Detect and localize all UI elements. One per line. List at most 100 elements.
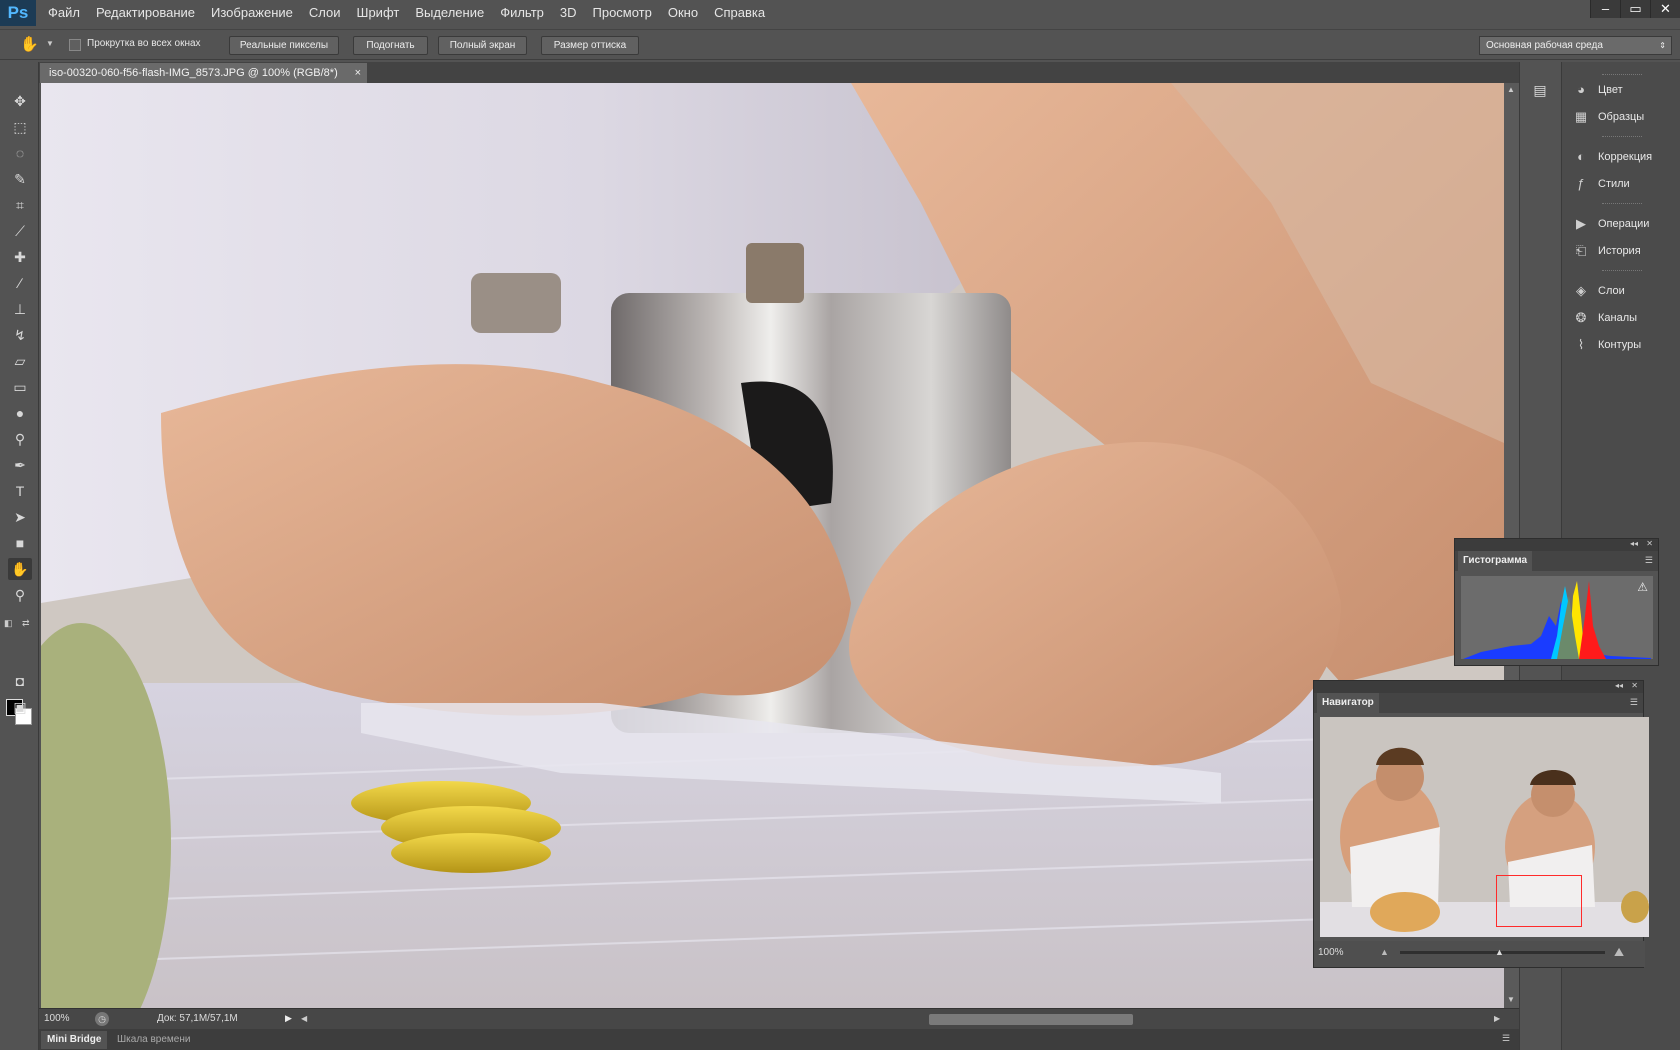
actual-pixels-button[interactable]: Реальные пикселы — [229, 36, 339, 55]
info-icon[interactable]: ◷ — [95, 1012, 109, 1026]
navigator-thumbnail[interactable] — [1320, 717, 1649, 937]
warning-icon[interactable]: ⚠ — [1637, 580, 1648, 594]
dock-divider — [1602, 203, 1642, 204]
zoom-slider-thumb[interactable]: ▲ — [1495, 947, 1504, 957]
status-menu-arrow-icon[interactable]: ▶ — [285, 1013, 292, 1024]
default-colors-icon[interactable]: ◧ — [4, 618, 13, 629]
channels-icon: ❂ — [1575, 310, 1587, 325]
hand-tool-icon[interactable]: ✋ — [8, 558, 32, 580]
scroll-all-label: Прокрутка во всех окнах — [87, 38, 201, 49]
scroll-up-icon[interactable]: ▲ — [1507, 85, 1515, 94]
path-select-tool-icon[interactable]: ➤ — [8, 506, 32, 528]
history-brush-tool-icon[interactable]: ↯ — [8, 324, 32, 346]
scroll-all-checkbox[interactable] — [69, 39, 81, 51]
swatches-icon: ▦ — [1574, 109, 1588, 124]
horizontal-scroll-thumb[interactable] — [929, 1014, 1133, 1025]
navigator-view-box[interactable] — [1496, 875, 1582, 927]
fill-screen-button[interactable]: Полный экран — [438, 36, 527, 55]
panel-menu-icon[interactable]: ☰ — [1502, 1033, 1510, 1044]
lasso-tool-icon[interactable]: ◌ — [8, 142, 32, 164]
document-canvas[interactable] — [41, 83, 1504, 1008]
stamp-tool-icon[interactable]: ⊥ — [8, 298, 32, 320]
tools-panel: ✥ ⬚ ◌ ✎ ⌗ ⟋ ✚ ∕ ⊥ ↯ ▱ ▭ ● ⚲ ✒ T ➤ ■ ✋ ⚲ … — [0, 62, 39, 1050]
menu-layers[interactable]: Слои — [301, 0, 349, 26]
color-icon: ◕ — [1577, 82, 1585, 97]
eraser-tool-icon[interactable]: ▱ — [8, 350, 32, 372]
zoom-tool-icon[interactable]: ⚲ — [8, 584, 32, 606]
healing-brush-tool-icon[interactable]: ✚ — [8, 246, 32, 268]
crop-tool-icon[interactable]: ⌗ — [8, 194, 32, 216]
menu-select[interactable]: Выделение — [407, 0, 492, 26]
properties-panel-icon[interactable]: ▤ — [1530, 82, 1550, 102]
screen-mode-icon[interactable]: ▣ — [8, 696, 32, 718]
minimize-button[interactable]: – — [1590, 0, 1620, 18]
collapse-icon[interactable]: ◂◂ — [1630, 539, 1638, 548]
marquee-tool-icon[interactable]: ⬚ — [8, 116, 32, 138]
zoom-level[interactable]: 100% — [44, 1013, 70, 1024]
dock-item-swatches[interactable]: ▦ Образцы — [1572, 106, 1644, 128]
dock-item-channels[interactable]: ❂ Каналы — [1572, 307, 1638, 329]
restore-button[interactable]: ▭ — [1620, 0, 1650, 18]
histogram-graph: ⚠ — [1461, 576, 1653, 659]
menu-3d[interactable]: 3D — [552, 0, 585, 26]
scroll-right-icon[interactable]: ▶ — [1494, 1014, 1500, 1023]
scroll-down-icon[interactable]: ▼ — [1507, 995, 1515, 1004]
menu-view[interactable]: Просмотр — [585, 0, 660, 26]
tab-histogram[interactable]: Гистограмма — [1458, 551, 1533, 571]
menu-image[interactable]: Изображение — [203, 0, 301, 26]
eyedropper-tool-icon[interactable]: ⟋ — [8, 220, 32, 242]
swap-colors-icon[interactable]: ⇄ — [22, 618, 30, 629]
dock-item-history[interactable]: ⎗ История — [1572, 240, 1641, 262]
quick-mask-icon[interactable]: ◘ — [8, 670, 32, 692]
dock-item-styles[interactable]: ƒ Стили — [1572, 173, 1629, 195]
zoom-out-icon[interactable]: ▲ — [1380, 947, 1389, 957]
tab-timeline[interactable]: Шкала времени — [111, 1031, 196, 1049]
photoshop-logo: Ps — [0, 0, 36, 26]
menu-edit[interactable]: Редактирование — [88, 0, 203, 26]
dock-item-color[interactable]: ◕ Цвет — [1572, 79, 1623, 101]
dodge-tool-icon[interactable]: ⚲ — [8, 428, 32, 450]
pen-tool-icon[interactable]: ✒ — [8, 454, 32, 476]
dock-item-actions[interactable]: ▶ Операции — [1572, 213, 1649, 235]
dock-item-label: Операции — [1598, 218, 1650, 230]
menu-window[interactable]: Окно — [660, 0, 706, 26]
gradient-tool-icon[interactable]: ▭ — [8, 376, 32, 398]
workspace-select[interactable]: Основная рабочая среда ⇕ — [1479, 36, 1672, 55]
dock-item-layers[interactable]: ◈ Слои — [1572, 280, 1625, 302]
panel-menu-icon[interactable]: ☰ — [1645, 555, 1653, 566]
print-size-button[interactable]: Размер оттиска — [541, 36, 639, 55]
menu-type[interactable]: Шрифт — [349, 0, 408, 26]
navigator-zoom[interactable]: 100% — [1318, 947, 1344, 958]
close-icon[interactable]: ✕ — [1631, 681, 1638, 690]
close-tab-icon[interactable]: × — [355, 63, 361, 83]
quick-select-tool-icon[interactable]: ✎ — [8, 168, 32, 190]
menu-filter[interactable]: Фильтр — [492, 0, 552, 26]
status-bar: 100% ◷ Док: 57,1M/57,1M ▶ ◀ ▶ — [39, 1008, 1519, 1029]
move-tool-icon[interactable]: ✥ — [8, 90, 32, 112]
dock-item-adjustments[interactable]: ◐ Коррекция — [1572, 146, 1652, 168]
dock-item-paths[interactable]: ⌇ Контуры — [1572, 334, 1641, 356]
dock-item-label: Слои — [1598, 285, 1625, 297]
hand-tool-preset-icon[interactable]: ✋ — [20, 35, 40, 55]
type-tool-icon[interactable]: T — [8, 480, 32, 502]
photo-image — [41, 83, 1504, 1008]
workspace-label: Основная рабочая среда — [1486, 40, 1603, 51]
brush-tool-icon[interactable]: ∕ — [8, 272, 32, 294]
blur-tool-icon[interactable]: ● — [8, 402, 32, 424]
close-icon[interactable]: ✕ — [1646, 539, 1653, 548]
fit-screen-button[interactable]: Подогнать — [353, 36, 428, 55]
styles-icon: ƒ — [1577, 176, 1585, 191]
close-window-button[interactable]: ✕ — [1650, 0, 1680, 18]
menu-file[interactable]: Файл — [40, 0, 88, 26]
zoom-in-icon[interactable]: ⛰ — [1614, 945, 1624, 960]
tab-mini-bridge[interactable]: Mini Bridge — [41, 1031, 108, 1049]
collapse-icon[interactable]: ◂◂ — [1615, 681, 1623, 690]
scroll-left-icon[interactable]: ◀ — [301, 1014, 307, 1023]
tab-navigator[interactable]: Навигатор — [1317, 693, 1379, 713]
document-tab[interactable]: iso-00320-060-f56-flash-IMG_8573.JPG @ 1… — [40, 63, 367, 83]
menu-help[interactable]: Справка — [706, 0, 773, 26]
chevron-down-icon[interactable]: ▼ — [46, 39, 54, 48]
dock-item-label: Каналы — [1598, 312, 1638, 324]
panel-menu-icon[interactable]: ☰ — [1630, 697, 1638, 708]
shape-tool-icon[interactable]: ■ — [8, 532, 32, 554]
